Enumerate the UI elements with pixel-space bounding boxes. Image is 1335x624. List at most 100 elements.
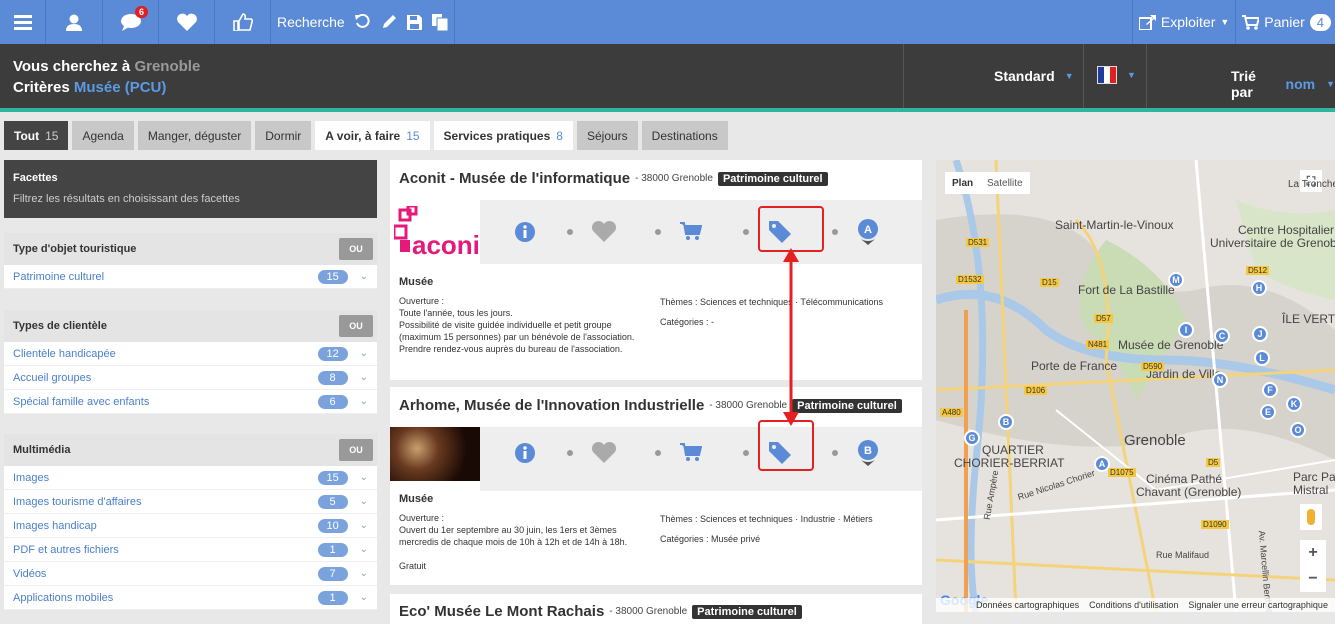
svg-text:B: B (864, 445, 872, 457)
map-data-link[interactable]: Données cartographiques (976, 600, 1079, 610)
facet-item[interactable]: Accueil groupes 8 ⌄ (4, 366, 377, 390)
facet-item[interactable]: Patrimoine culturel 15 ⌄ (4, 265, 377, 289)
info-icon[interactable] (514, 442, 536, 464)
tab-agenda[interactable]: Agenda (72, 121, 134, 150)
facet-item[interactable]: Clientèle handicapée 12 ⌄ (4, 342, 377, 366)
chevron-down-icon[interactable]: ⌄ (360, 496, 368, 507)
map-pin[interactable]: L (1254, 350, 1270, 366)
or-toggle-button[interactable]: OU (339, 315, 373, 337)
result-title[interactable]: Aconit - Musée de l'informatique (399, 170, 630, 187)
map-pin[interactable]: M (1168, 272, 1184, 288)
where-value: Grenoble (134, 58, 201, 75)
sort-selector[interactable]: Trié par nom ▼ (1231, 68, 1335, 100)
info-icon[interactable] (514, 221, 536, 243)
copy-icon[interactable] (431, 13, 448, 31)
map-label: Saint-Martin-le-Vinoux (1055, 218, 1174, 232)
language-selector[interactable]: ▼ (1097, 66, 1136, 84)
map-pin[interactable]: N (1212, 372, 1228, 388)
chevron-down-icon[interactable]: ⌄ (360, 544, 368, 555)
pencil-icon[interactable] (381, 14, 397, 30)
facet-item[interactable]: Images handicap 10 ⌄ (4, 514, 377, 538)
map-pin[interactable]: A (1094, 456, 1110, 472)
zoom-in-button[interactable]: + (1300, 540, 1326, 566)
chevron-down-icon[interactable]: ⌄ (360, 348, 368, 359)
facet-count: 1 (317, 590, 348, 605)
menu-button[interactable] (0, 0, 46, 44)
map-marker-a-icon[interactable]: A (857, 219, 879, 245)
map-pin[interactable]: B (998, 414, 1014, 430)
tab-count: 8 (556, 128, 563, 143)
results-map[interactable]: Plan Satellite ⛶ Saint-Martin-le-Vinoux … (936, 160, 1335, 612)
cart-button[interactable]: Panier 4 (1235, 0, 1335, 44)
cart-icon[interactable] (680, 442, 702, 462)
result-type: Musée (399, 493, 434, 505)
tab-services[interactable]: Services pratiques 8 (433, 121, 573, 150)
or-toggle-button[interactable]: OU (339, 238, 373, 260)
chevron-down-icon[interactable]: ⌄ (360, 396, 368, 407)
map-report-link[interactable]: Signaler une erreur cartographique (1188, 600, 1328, 610)
result-title[interactable]: Arhome, Musée de l'Innovation Industriel… (399, 397, 704, 414)
facet-item[interactable]: Images 15 ⌄ (4, 466, 377, 490)
facet-item[interactable]: Applications mobiles 1 ⌄ (4, 586, 377, 610)
heart-icon[interactable] (592, 442, 616, 463)
action-bar: B (480, 427, 922, 491)
chevron-down-icon[interactable]: ⌄ (360, 372, 368, 383)
facet-item[interactable]: Vidéos 7 ⌄ (4, 562, 377, 586)
tab-dormir[interactable]: Dormir (255, 121, 312, 150)
chevron-down-icon[interactable]: ⌄ (360, 568, 368, 579)
map-satellite-button[interactable]: Satellite (980, 172, 1030, 194)
heart-icon[interactable] (592, 221, 616, 242)
chevron-down-icon[interactable]: ⌄ (360, 592, 368, 603)
map-pin[interactable]: G (964, 430, 980, 446)
tab-sejours[interactable]: Séjours (576, 121, 638, 150)
export-menu[interactable]: Exploiter ▼ (1131, 0, 1235, 44)
result-thumbnail (390, 427, 480, 481)
chevron-down-icon[interactable]: ⌄ (360, 472, 368, 483)
price-value: Gratuit (399, 561, 427, 571)
search-label[interactable]: Recherche (277, 14, 345, 30)
map-pin[interactable]: E (1260, 404, 1276, 420)
messages-button[interactable]: 6 (103, 0, 159, 44)
tab-destinations[interactable]: Destinations (641, 121, 728, 150)
pegman-icon[interactable] (1300, 504, 1322, 530)
result-title[interactable]: Eco' Musée Le Mont Rachais (399, 603, 604, 620)
road-label: D1090 (1201, 520, 1229, 529)
tab-a-voir[interactable]: A voir, à faire 15 (315, 121, 430, 150)
result-themes: Thèmes : Sciences et techniques · Téléco… (660, 296, 883, 328)
result-details: Musée Ouverture : Ouvert du 1er septembr… (399, 493, 627, 572)
account-button[interactable] (46, 0, 103, 44)
chevron-down-icon[interactable]: ⌄ (360, 271, 368, 282)
facet-item[interactable]: Images tourisme d'affaires 5 ⌄ (4, 490, 377, 514)
map-pin[interactable]: H (1251, 280, 1267, 296)
map-marker-b-icon[interactable]: B (857, 440, 879, 466)
chevron-down-icon[interactable]: ⌄ (360, 520, 368, 531)
map-pin[interactable]: I (1178, 322, 1194, 338)
map-pin[interactable]: F (1262, 382, 1278, 398)
result-card: Eco' Musée Le Mont Rachais - 38000 Grenob… (390, 594, 922, 624)
tab-manger[interactable]: Manger, déguster (137, 121, 252, 150)
facet-item[interactable]: PDF et autres fichiers 1 ⌄ (4, 538, 377, 562)
view-selector[interactable]: Standard ▼ (994, 68, 1074, 84)
or-toggle-button[interactable]: OU (339, 439, 373, 461)
map-terms-link[interactable]: Conditions d'utilisation (1089, 600, 1178, 610)
chevron-down-icon: ▼ (1326, 79, 1335, 89)
map-plan-button[interactable]: Plan (945, 172, 981, 194)
search-context-bar: Vous cherchez à Grenoble Critères Musée … (0, 44, 1335, 108)
map-label: Centre Hospitalier (1238, 223, 1335, 237)
cart-icon[interactable] (680, 221, 702, 241)
map-pin[interactable]: J (1252, 326, 1268, 342)
favorites-button[interactable] (159, 0, 215, 44)
map-pin[interactable]: O (1290, 422, 1306, 438)
tab-tout[interactable]: Tout 15 (4, 121, 69, 150)
facet-label: Images handicap (13, 519, 97, 532)
road-label: D512 (1246, 266, 1270, 275)
map-pin[interactable]: C (1214, 328, 1230, 344)
save-icon[interactable] (406, 14, 422, 30)
zoom-out-button[interactable]: − (1300, 566, 1326, 592)
criteria-value: Musée (PCU) (73, 79, 167, 96)
facet-item[interactable]: Spécial famille avec enfants 6 ⌄ (4, 390, 377, 414)
like-button[interactable] (215, 0, 271, 44)
undo-icon[interactable] (354, 14, 371, 30)
map-pin[interactable]: K (1286, 396, 1302, 412)
chevron-down-icon: ▼ (1220, 17, 1230, 27)
